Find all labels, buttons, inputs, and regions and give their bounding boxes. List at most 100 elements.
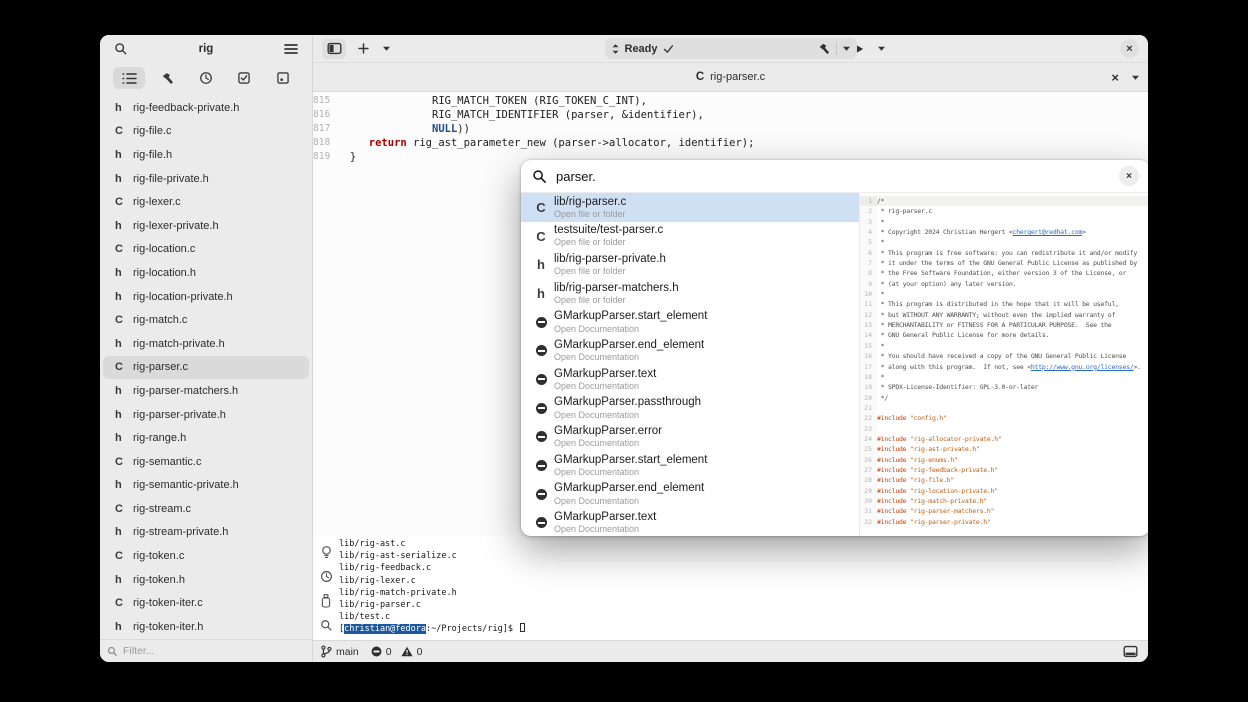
window-close-button[interactable]: × [1120, 39, 1139, 58]
file-row[interactable]: hrig-parser-private.h [103, 403, 309, 427]
line-number: 4 [860, 227, 877, 237]
terminal-line: lib/rig-match-private.h [339, 587, 1148, 599]
file-row[interactable]: hrig-file-private.h [103, 167, 309, 191]
menu-button[interactable] [280, 39, 302, 59]
preview-line: 15 * [860, 341, 1148, 351]
sidebar-tab-chat[interactable] [267, 67, 299, 89]
file-row[interactable]: hrig-stream-private.h [103, 521, 309, 545]
file-row[interactable]: Crig-parser.c [103, 356, 309, 380]
sidebar-tab-build[interactable] [152, 67, 184, 89]
code-text: * the Free Software Foundation, either v… [877, 268, 1126, 278]
run-dropdown[interactable] [874, 39, 888, 59]
toggle-bottom-panel-button[interactable] [1119, 642, 1141, 662]
sidebar-tab-history[interactable] [190, 67, 222, 89]
file-row[interactable]: Crig-location.c [103, 238, 309, 262]
search-result-row[interactable]: Clib/rig-parser.cOpen file or folder [521, 193, 859, 222]
result-subtitle: Open Documentation [554, 352, 704, 362]
file-row[interactable]: hrig-location.h [103, 261, 309, 285]
preview-line: 3 * [860, 217, 1148, 227]
chevron-down-icon [842, 45, 851, 52]
filter-bar[interactable]: Filter... [100, 639, 312, 662]
line-number: 7 [860, 258, 877, 268]
c-file-icon: C [115, 243, 133, 255]
warning-count-icon [401, 646, 413, 657]
h-file-icon: h [537, 286, 545, 301]
flask-icon[interactable] [321, 594, 331, 608]
search-close-button[interactable]: × [1119, 166, 1139, 186]
documentation-icon [536, 431, 547, 442]
search-result-row[interactable]: GMarkupParser.textOpen Documentation [521, 509, 859, 536]
new-tab-dropdown[interactable] [380, 39, 392, 59]
search-result-row[interactable]: hlib/rig-parser-private.hOpen file or fo… [521, 250, 859, 279]
search-result-row[interactable]: GMarkupParser.passthroughOpen Documentat… [521, 394, 859, 423]
result-subtitle: Open Documentation [554, 467, 707, 477]
tab-rig-parser[interactable]: C rig-parser.c [696, 71, 765, 83]
checkbox-icon [237, 71, 251, 85]
file-row[interactable]: hrig-match-private.h [103, 332, 309, 356]
tab-list-dropdown[interactable] [1131, 74, 1140, 81]
h-file-icon: h [115, 432, 133, 444]
sidebar: rig [100, 35, 313, 662]
result-subtitle: Open file or folder [554, 237, 663, 247]
file-row[interactable]: hrig-range.h [103, 426, 309, 450]
history-icon[interactable] [320, 570, 333, 583]
search-icon[interactable] [320, 619, 333, 632]
file-row[interactable]: Crig-lexer.c [103, 190, 309, 214]
sidebar-tab-todo[interactable] [228, 67, 260, 89]
panel-left-icon [327, 42, 342, 55]
h-file-icon: h [115, 409, 133, 421]
file-row[interactable]: Crig-stream.c [103, 497, 309, 521]
search-result-row[interactable]: GMarkupParser.start_elementOpen Document… [521, 451, 859, 480]
file-row[interactable]: hrig-parser-matchers.h [103, 379, 309, 403]
diagnostics[interactable]: 0 0 [371, 646, 423, 658]
file-row[interactable]: hrig-token.h [103, 568, 309, 592]
documentation-icon [536, 489, 547, 500]
file-row[interactable]: hrig-lexer-private.h [103, 214, 309, 238]
line-number: 819 [313, 150, 337, 164]
file-row[interactable]: hrig-file.h [103, 143, 309, 167]
search-result-row[interactable]: GMarkupParser.textOpen Documentation [521, 365, 859, 394]
code-text: * MERCHANTABILITY or FITNESS FOR A PARTI… [877, 320, 1111, 330]
tab-close-button[interactable]: × [1111, 70, 1119, 85]
file-row[interactable]: hrig-location-private.h [103, 285, 309, 309]
line-number: 27 [860, 465, 877, 475]
h-file-icon: h [115, 267, 133, 279]
c-file-icon: C [115, 503, 133, 515]
preview-line: 32#include "rig-parser-private.h" [860, 517, 1148, 527]
search-result-row[interactable]: GMarkupParser.end_elementOpen Documentat… [521, 480, 859, 509]
terminal[interactable]: lib/rig-ast.clib/rig-ast-serialize.clib/… [339, 536, 1148, 640]
h-file-icon: h [115, 291, 133, 303]
search-result-row[interactable]: Ctestsuite/test-parser.cOpen file or fol… [521, 222, 859, 251]
result-title: lib/rig-parser-matchers.h [554, 282, 679, 295]
code-text: * [877, 341, 884, 351]
file-row[interactable]: hrig-semantic-private.h [103, 474, 309, 498]
search-query-input[interactable]: parser. [556, 169, 1110, 184]
sidebar-tab-project-tree[interactable] [113, 67, 145, 89]
file-row[interactable]: hrig-feedback-private.h [103, 96, 309, 120]
toggle-sidebar-button[interactable] [322, 39, 346, 59]
file-row[interactable]: hrig-token-iter.h [103, 615, 309, 639]
line-number: 817 [313, 122, 337, 136]
file-row[interactable]: Crig-file.c [103, 120, 309, 144]
file-row[interactable]: Crig-semantic.c [103, 450, 309, 474]
new-tab-button[interactable] [352, 39, 374, 59]
line-number: 5 [860, 237, 877, 247]
file-row[interactable]: Crig-match.c [103, 308, 309, 332]
preview-line: 29#include "rig-location-private.h" [860, 486, 1148, 496]
branch-indicator[interactable]: main [320, 645, 359, 658]
build-button[interactable] [817, 42, 831, 56]
search-result-row[interactable]: GMarkupParser.start_elementOpen Document… [521, 308, 859, 337]
omnibar[interactable]: Ready [605, 38, 857, 59]
preview-line: 20 */ [860, 393, 1148, 403]
file-row[interactable]: Crig-token-iter.c [103, 591, 309, 615]
build-dropdown[interactable] [842, 45, 851, 52]
lightbulb-icon[interactable] [320, 545, 333, 559]
search-result-row[interactable]: GMarkupParser.end_elementOpen Documentat… [521, 336, 859, 365]
search-button[interactable] [110, 39, 132, 59]
result-subtitle: Open file or folder [554, 295, 679, 305]
h-file-icon: h [115, 526, 133, 538]
search-result-row[interactable]: h lib/rig-parser-matchers.hOpen file or f… [521, 279, 859, 308]
code-text: * rig-parser.c [877, 206, 932, 216]
search-result-row[interactable]: GMarkupParser.errorOpen Documentation [521, 423, 859, 452]
file-row[interactable]: Crig-token.c [103, 544, 309, 568]
